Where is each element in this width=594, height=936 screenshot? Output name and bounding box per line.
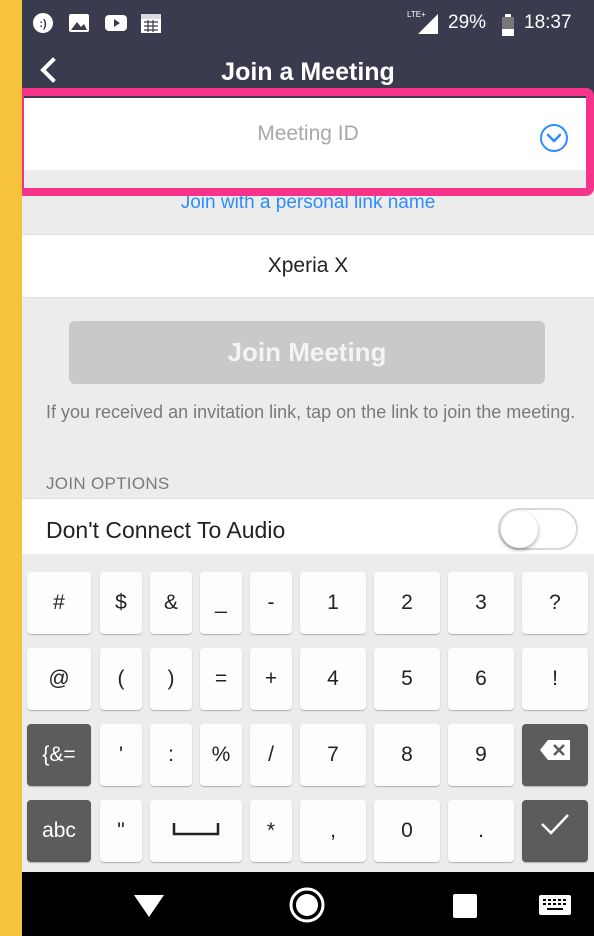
keyboard-key[interactable]: ! bbox=[522, 648, 588, 710]
keyboard-key[interactable]: ' bbox=[100, 724, 142, 786]
keyboard-icon[interactable] bbox=[538, 894, 572, 921]
keyboard-key[interactable]: / bbox=[250, 724, 292, 786]
keyboard-key[interactable]: 4 bbox=[300, 648, 366, 710]
back-triangle-icon[interactable] bbox=[132, 893, 166, 924]
keyboard-key[interactable]: _ bbox=[200, 572, 242, 634]
system-navigation-bar bbox=[22, 872, 594, 936]
audio-option-label: Don't Connect To Audio bbox=[46, 517, 286, 543]
keyboard-key[interactable]: 9 bbox=[448, 724, 514, 786]
numeric-keyboard: # $ & _ -1 2 3? @() = +4 5 6! {&= ':%/7 8 9 abc " *, 0. bbox=[22, 554, 594, 872]
keyboard-key[interactable]: $ bbox=[100, 572, 142, 634]
app-notification-icon: :) bbox=[32, 12, 54, 34]
image-icon bbox=[68, 12, 90, 34]
keyboard-key[interactable]: 8 bbox=[374, 724, 440, 786]
keyboard-key[interactable]: " bbox=[100, 800, 142, 862]
calendar-icon bbox=[140, 12, 162, 34]
backspace-icon bbox=[539, 724, 571, 786]
checkmark-icon bbox=[539, 800, 571, 862]
audio-toggle[interactable] bbox=[498, 508, 578, 550]
key-backspace[interactable] bbox=[522, 724, 588, 786]
keyboard-key[interactable]: 0 bbox=[374, 800, 440, 862]
keyboard-key[interactable]: 6 bbox=[448, 648, 514, 710]
recents-square-icon[interactable] bbox=[452, 893, 478, 924]
keyboard-key[interactable]: ) bbox=[150, 648, 192, 710]
network-type: LTE+ bbox=[407, 10, 426, 19]
keyboard-key[interactable]: . bbox=[448, 800, 514, 862]
keyboard-key[interactable]: @ bbox=[27, 648, 91, 710]
key-space[interactable] bbox=[150, 800, 242, 862]
status-bar: :) LTE+ 29% 18:37 bbox=[22, 0, 594, 48]
keyboard-key[interactable]: = bbox=[200, 648, 242, 710]
key-enter[interactable] bbox=[522, 800, 588, 862]
join-options-heading: JOIN OPTIONS bbox=[46, 474, 170, 493]
screen-name-row bbox=[22, 234, 594, 298]
home-circle-icon[interactable] bbox=[288, 886, 326, 929]
join-meeting-button[interactable]: Join Meeting bbox=[69, 321, 545, 384]
invitation-hint: If you received an invitation link, tap … bbox=[46, 402, 576, 422]
keyboard-key[interactable]: {&= bbox=[27, 724, 91, 786]
space-bar-icon bbox=[172, 800, 220, 862]
clock: 18:37 bbox=[524, 12, 572, 33]
toggle-knob bbox=[501, 511, 538, 548]
battery-icon bbox=[501, 14, 515, 36]
keyboard-key[interactable]: abc bbox=[27, 800, 91, 862]
keyboard-key[interactable]: - bbox=[250, 572, 292, 634]
keyboard-key[interactable]: 2 bbox=[374, 572, 440, 634]
audio-option-row: Don't Connect To Audio bbox=[22, 498, 594, 554]
page-title: Join a Meeting bbox=[221, 58, 395, 86]
keyboard-key[interactable]: & bbox=[150, 572, 192, 634]
keyboard-key[interactable]: % bbox=[200, 724, 242, 786]
keyboard-key[interactable]: 3 bbox=[448, 572, 514, 634]
phone-screen: :) LTE+ 29% 18:37 Join a Meeting J bbox=[22, 0, 594, 936]
battery-percent: 29% bbox=[448, 12, 487, 33]
video-icon bbox=[104, 12, 128, 34]
keyboard-key[interactable]: ? bbox=[522, 572, 588, 634]
keyboard-key[interactable]: ( bbox=[100, 648, 142, 710]
keyboard-key[interactable]: * bbox=[250, 800, 292, 862]
keyboard-key[interactable]: , bbox=[300, 800, 366, 862]
keyboard-key[interactable]: + bbox=[250, 648, 292, 710]
keyboard-key[interactable]: : bbox=[150, 724, 192, 786]
keyboard-key[interactable]: 5 bbox=[374, 648, 440, 710]
signal-icon: LTE+ bbox=[406, 8, 442, 34]
svg-text::): :) bbox=[39, 18, 47, 30]
keyboard-key[interactable]: # bbox=[27, 572, 91, 634]
meeting-id-highlight bbox=[22, 88, 594, 196]
keyboard-key[interactable]: 7 bbox=[300, 724, 366, 786]
screen-name-input[interactable] bbox=[22, 235, 594, 297]
keyboard-key[interactable]: 1 bbox=[300, 572, 366, 634]
